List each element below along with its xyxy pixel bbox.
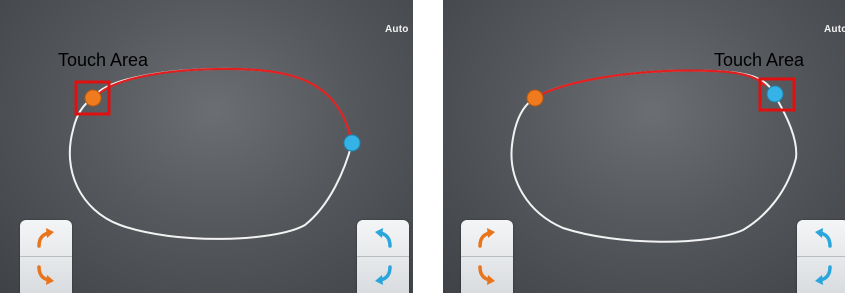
curved-arrow-down-right-icon xyxy=(478,265,495,285)
curved-arrow-down-left-icon xyxy=(375,265,392,285)
selected-arc-segment xyxy=(534,69,766,99)
curved-arrow-down-right-icon xyxy=(37,265,54,285)
blue-handle[interactable] xyxy=(766,85,784,103)
editor-panel-right: Auto Touch Area xyxy=(443,0,845,293)
orange-rotate-pad xyxy=(20,220,72,293)
rotate-blue-up-button[interactable] xyxy=(357,220,409,257)
rotate-orange-up-button[interactable] xyxy=(461,220,513,257)
blue-rotate-pad xyxy=(357,220,409,293)
curved-arrow-down-left-icon xyxy=(815,265,832,285)
curved-arrow-up-right-icon xyxy=(37,228,54,248)
editor-panel-left: Auto Touch Area xyxy=(0,0,413,293)
curved-arrow-up-left-icon xyxy=(815,228,832,248)
orange-handle[interactable] xyxy=(526,89,544,107)
orange-rotate-pad xyxy=(461,220,513,293)
rotate-orange-up-button[interactable] xyxy=(20,220,72,257)
selected-arc-segment xyxy=(99,67,354,144)
orange-handle[interactable] xyxy=(84,89,102,107)
rotate-blue-down-button[interactable] xyxy=(797,257,845,293)
rotate-orange-down-button[interactable] xyxy=(461,257,513,293)
lens-frame-outline xyxy=(510,69,798,243)
lens-frame-outline xyxy=(68,67,354,240)
rotate-orange-down-button[interactable] xyxy=(20,257,72,293)
blue-rotate-pad xyxy=(797,220,845,293)
curved-arrow-up-left-icon xyxy=(375,228,392,248)
curved-arrow-up-right-icon xyxy=(478,228,495,248)
rotate-blue-up-button[interactable] xyxy=(797,220,845,257)
rotate-blue-down-button[interactable] xyxy=(357,257,409,293)
blue-handle[interactable] xyxy=(343,134,361,152)
